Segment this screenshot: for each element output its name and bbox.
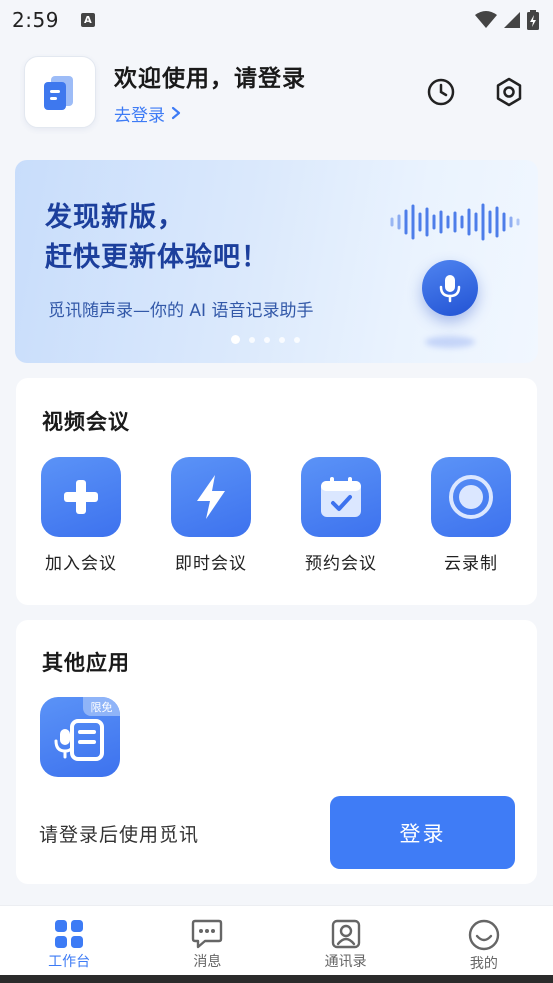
login-button[interactable]: 登录 [330, 796, 515, 869]
carousel-dot[interactable] [231, 335, 240, 344]
other-apps-card: 其他应用 限免 请登录后使用觅讯 登录 [16, 620, 537, 884]
settings-button[interactable] [493, 76, 525, 108]
carousel-dot[interactable] [294, 336, 300, 343]
cloud-record-tile [431, 457, 511, 537]
record-icon [449, 475, 493, 519]
mic-shadow [425, 336, 475, 348]
nav-item-contacts[interactable]: 通讯录 [277, 906, 415, 975]
message-icon [192, 919, 223, 949]
nav-label-workbench: 工作台 [48, 954, 91, 970]
nav-label-messages: 消息 [193, 954, 222, 970]
voice-recorder-app[interactable]: 限免 [40, 697, 120, 777]
status-time: 2:59 [12, 8, 59, 32]
section-title: 其他应用 [42, 651, 130, 675]
schedule-meeting-tile [301, 457, 381, 537]
battery-icon [527, 10, 539, 30]
instant-meeting-tile [171, 457, 251, 537]
microphone-button[interactable] [422, 260, 478, 316]
nav-label-contacts: 通讯录 [324, 954, 367, 970]
schedule-meeting-button[interactable]: 预约会议 [276, 457, 406, 574]
instant-meeting-label: 即时会议 [175, 554, 247, 574]
banner-title-line2: 赶快更新体验吧！ [45, 242, 269, 273]
status-bar: 2:59 A [0, 0, 553, 40]
cloud-record-label: 云录制 [444, 554, 498, 574]
profile-icon [468, 919, 500, 951]
nav-item-workbench[interactable]: 工作台 [0, 906, 138, 975]
go-login-link[interactable]: 去登录 [114, 101, 425, 126]
plus-icon [64, 480, 98, 514]
lightning-icon [197, 475, 225, 519]
calendar-icon [321, 477, 361, 517]
join-meeting-label: 加入会议 [45, 554, 117, 574]
promo-banner[interactable]: 发现新版， 赶快更新体验吧！ 觅讯随声录—你的 AI 语音记录助手 [15, 160, 538, 363]
bottom-nav: 工作台 消息 通讯录 我的 [0, 905, 553, 975]
voice-record-app-icon [54, 719, 104, 761]
login-hint: 请登录后使用觅讯 [39, 824, 200, 846]
carousel-dot[interactable] [249, 336, 255, 343]
banner-subtitle: 觅讯随声录—你的 AI 语音记录助手 [48, 301, 314, 321]
carousel-indicator [231, 335, 300, 344]
join-meeting-button[interactable]: 加入会议 [16, 457, 146, 574]
chevron-right-icon [171, 106, 181, 120]
nav-item-messages[interactable]: 消息 [138, 906, 276, 975]
section-title: 视频会议 [42, 410, 130, 434]
carousel-dot[interactable] [279, 336, 285, 343]
sound-wave-icon [390, 203, 520, 241]
join-meeting-tile [41, 457, 121, 537]
document-logo-icon [44, 76, 73, 110]
history-button[interactable] [425, 76, 457, 108]
contacts-icon [331, 919, 360, 949]
system-home-bar [0, 975, 553, 983]
welcome-title: 欢迎使用，请登录 [114, 65, 306, 92]
microphone-icon [439, 275, 461, 303]
history-icon [427, 78, 455, 106]
nav-label-profile: 我的 [469, 956, 498, 972]
go-login-label: 去登录 [114, 105, 165, 126]
header: 欢迎使用，请登录 去登录 [24, 56, 529, 128]
app-logo [24, 56, 96, 128]
workbench-icon [55, 920, 84, 948]
wifi-icon [475, 11, 497, 28]
schedule-meeting-label: 预约会议 [305, 554, 377, 574]
instant-meeting-button[interactable]: 即时会议 [146, 457, 276, 574]
video-meeting-card: 视频会议 加入会议 即时会议 预约会议 云录制 [16, 378, 537, 605]
banner-title: 发现新版， 赶快更新体验吧！ [45, 198, 269, 278]
carousel-dot[interactable] [264, 336, 270, 343]
notification-icon: A [80, 13, 95, 27]
banner-title-line1: 发现新版， [45, 202, 185, 233]
nav-item-profile[interactable]: 我的 [415, 906, 553, 975]
signal-icon [504, 12, 520, 28]
cloud-record-button[interactable]: 云录制 [406, 457, 536, 574]
settings-icon [496, 77, 522, 107]
